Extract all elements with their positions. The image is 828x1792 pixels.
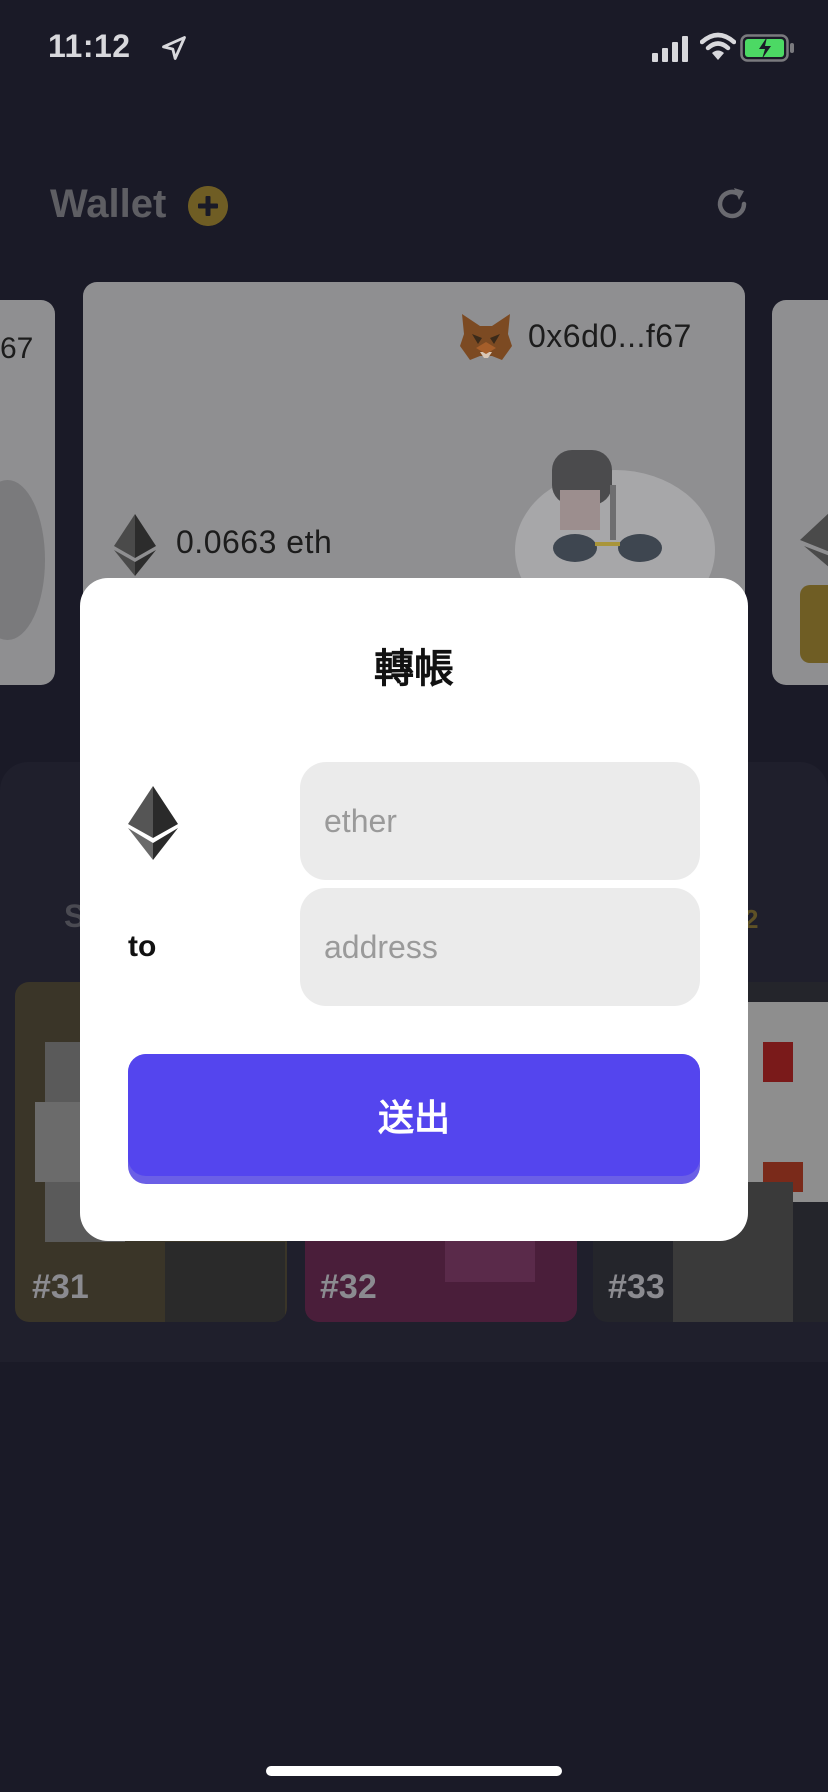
- transfer-modal: 轉帳 to 送出: [80, 578, 748, 1241]
- recipient-address-input[interactable]: [300, 888, 700, 1006]
- ethereum-icon: [128, 786, 178, 860]
- send-button[interactable]: 送出: [128, 1054, 700, 1184]
- to-label: to: [128, 930, 157, 963]
- send-button-label: 送出: [128, 1054, 700, 1176]
- modal-title: 轉帳: [374, 647, 454, 691]
- home-indicator[interactable]: [266, 1766, 562, 1776]
- ether-amount-input[interactable]: [300, 762, 700, 880]
